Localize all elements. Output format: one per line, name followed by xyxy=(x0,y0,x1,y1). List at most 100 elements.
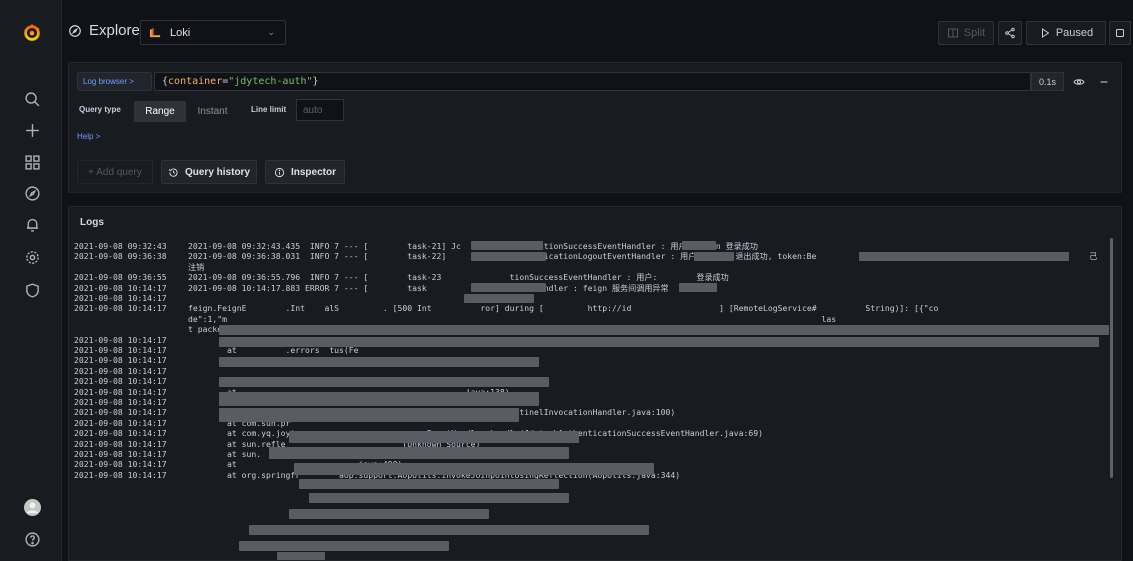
log-timestamp: 2021-09-08 10:14:17 xyxy=(74,428,167,439)
query-panel: Log browser > { container = "jdytech-aut… xyxy=(68,62,1122,193)
chevron-down-icon: ⌄ xyxy=(267,27,275,37)
log-timestamp: 2021-09-08 10:14:17 xyxy=(74,417,167,428)
compass-icon xyxy=(69,24,81,37)
redaction-block xyxy=(464,294,534,303)
log-row[interactable]: 2021-09-08 09:32:43 2021-09-08 09:32:43.4… xyxy=(74,241,1109,251)
query-label-value: "jdytech-auth" xyxy=(228,76,313,87)
log-row[interactable]: 2021-09-08 10:14:17 xyxy=(74,293,1109,303)
log-timestamp: 2021-09-08 10:14:17 xyxy=(74,355,167,366)
query-brace-close: } xyxy=(312,76,319,87)
bell-icon[interactable] xyxy=(23,215,41,233)
log-timestamp: 2021-09-08 10:14:17 xyxy=(74,282,167,293)
stop-icon xyxy=(1116,29,1124,37)
paused-label: Paused xyxy=(1055,27,1094,39)
log-timestamp: 2021-09-08 10:14:17 xyxy=(74,396,167,407)
log-message: 2021-09-08 09:36:55.796 INFO 7 --- [ tas… xyxy=(188,272,729,283)
log-row[interactable]: 2021-09-08 10:14:17 at sun.refle (Unknow… xyxy=(74,439,1109,449)
help-link[interactable]: Help > xyxy=(77,132,100,141)
redaction-block xyxy=(219,325,1109,335)
topbar: Explore Loki ⌄ Split Paused xyxy=(62,0,1133,66)
redaction-block xyxy=(309,493,569,503)
log-timestamp: 2021-09-08 10:14:17 xyxy=(74,344,167,355)
log-message xyxy=(188,366,1109,376)
log-timestamp: 2021-09-08 10:14:17 xyxy=(74,334,167,345)
shield-icon[interactable] xyxy=(23,281,41,299)
line-limit-input[interactable]: auto xyxy=(296,99,344,121)
redaction-block xyxy=(299,479,559,489)
redaction-block xyxy=(471,283,546,292)
gear-icon[interactable] xyxy=(23,248,41,266)
redaction-block xyxy=(471,252,546,261)
query-label-key: container xyxy=(168,76,223,87)
log-row[interactable]: 2021-09-08 09:36:55 2021-09-08 09:36:55.7… xyxy=(74,272,1109,282)
logs-title: Logs xyxy=(80,217,104,228)
page-title: Explore xyxy=(68,22,140,39)
redaction-block xyxy=(679,283,717,292)
log-timestamp: 2021-09-08 10:14:17 xyxy=(74,303,167,314)
log-timestamp: 2021-09-08 10:14:17 xyxy=(74,469,167,480)
search-icon[interactable] xyxy=(23,90,41,108)
sidebar xyxy=(0,0,62,561)
redaction-block xyxy=(289,509,489,519)
log-timestamp: 2021-09-08 09:36:38 xyxy=(74,251,167,262)
log-timestamp: 2021-09-08 10:14:17 xyxy=(74,386,167,397)
logs-panel: Logs 2021-09-08 09:32:43 2021-09-08 09:32… xyxy=(68,206,1122,561)
dashboards-icon[interactable] xyxy=(23,153,41,171)
log-message xyxy=(188,293,1109,303)
add-query-button[interactable]: + Add query xyxy=(77,160,153,184)
redaction-block xyxy=(219,377,549,387)
history-icon xyxy=(169,168,178,177)
log-timestamp: 2021-09-08 10:14:17 xyxy=(74,292,167,303)
avatar[interactable] xyxy=(22,497,42,517)
live-tail-button[interactable]: Paused xyxy=(1026,21,1106,45)
log-row[interactable]: 2021-09-08 10:14:17 2021-09-08 10:14:17.8… xyxy=(74,283,1109,293)
scrollbar[interactable] xyxy=(1110,238,1113,478)
redaction-block xyxy=(219,337,1099,347)
query-type-instant[interactable]: Instant xyxy=(186,101,239,122)
log-browser-button[interactable]: Log browser > xyxy=(77,72,152,91)
log-timestamp: 2021-09-08 10:14:17 xyxy=(74,438,167,449)
redaction-block xyxy=(219,408,519,422)
log-message: 2021-09-08 10:14:17.883 ERROR 7 --- [ ta… xyxy=(188,282,669,293)
share-button[interactable] xyxy=(998,21,1022,45)
redaction-block xyxy=(219,357,539,367)
eye-icon[interactable] xyxy=(1069,72,1089,91)
split-label: Split xyxy=(963,27,986,39)
query-input[interactable]: { container = "jdytech-auth" } xyxy=(154,72,1031,91)
log-row[interactable]: 2021-09-08 10:14:17 at sun. impl.java:43… xyxy=(74,449,1109,459)
redaction-block xyxy=(694,252,734,261)
info-icon xyxy=(274,167,285,177)
log-timestamp: 2021-09-08 10:14:17 xyxy=(74,407,167,418)
log-row[interactable]: 2021-09-08 10:14:17 xyxy=(74,366,1109,376)
redaction-block xyxy=(249,525,649,535)
log-timestamp: 2021-09-08 09:36:55 xyxy=(74,272,167,283)
redaction-block xyxy=(269,447,569,459)
loki-logo-icon xyxy=(150,27,161,38)
grafana-logo-icon[interactable] xyxy=(21,22,43,44)
play-icon xyxy=(1041,28,1050,38)
query-type-range[interactable]: Range xyxy=(134,101,186,122)
log-timestamp: 2021-09-08 09:32:43 xyxy=(74,241,167,251)
log-timestamp: 2021-09-08 10:14:17 xyxy=(74,365,167,376)
split-button[interactable]: Split xyxy=(938,21,994,45)
line-limit-label: Line limit xyxy=(251,105,287,114)
log-message: 2021-09-08 09:32:43.435 INFO 7 --- [ tas… xyxy=(188,241,758,251)
query-duration-badge: 0.1s xyxy=(1031,72,1064,91)
inspector-label: Inspector xyxy=(290,166,336,178)
log-timestamp: 2021-09-08 10:14:17 xyxy=(74,376,167,387)
compass-icon[interactable] xyxy=(23,184,41,202)
redaction-block xyxy=(239,541,449,551)
redaction-block xyxy=(289,431,579,443)
redaction-block xyxy=(682,241,716,250)
query-history-button[interactable]: Query history xyxy=(161,160,257,184)
redaction-block xyxy=(277,552,325,560)
redaction-block xyxy=(219,392,539,406)
inspector-button[interactable]: Inspector xyxy=(265,160,345,184)
help-icon[interactable] xyxy=(23,530,41,548)
split-icon xyxy=(947,28,958,38)
datasource-picker[interactable]: Loki ⌄ xyxy=(140,20,286,45)
plus-icon[interactable] xyxy=(23,121,41,139)
log-row[interactable]: 2021-09-08 10:14:17 at com.yq.joyte sEve… xyxy=(74,428,1109,438)
stop-button[interactable] xyxy=(1109,21,1131,45)
remove-query-icon[interactable] xyxy=(1094,72,1114,91)
